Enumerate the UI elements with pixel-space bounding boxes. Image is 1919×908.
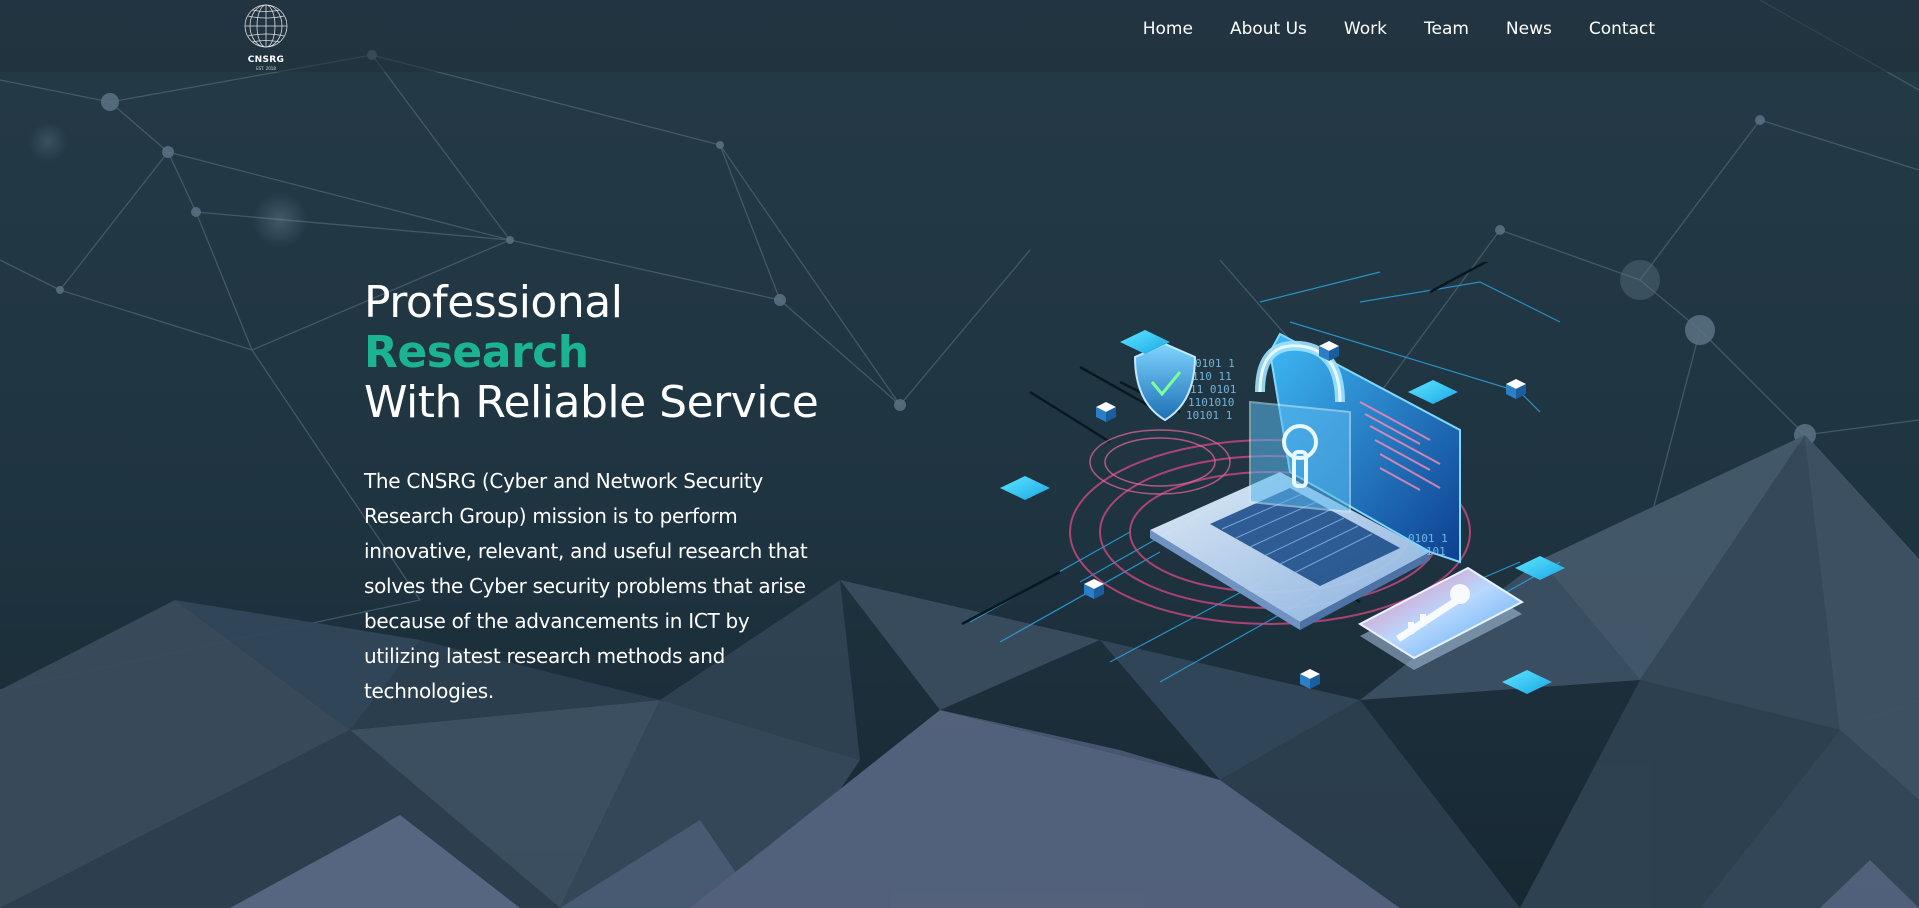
svg-text:10101 1: 10101 1	[1186, 409, 1232, 422]
nav-contact[interactable]: Contact	[1589, 19, 1655, 39]
svg-text:110 11: 110 11	[1192, 370, 1232, 383]
globe-icon	[244, 4, 288, 48]
main-nav: Home About Us Work Team News Contact	[1106, 0, 1655, 58]
cyber-security-illustration: 0101 1 110 11 11 0101 1101010 10101 1 01…	[961, 262, 1565, 694]
nav-home[interactable]: Home	[1143, 19, 1193, 39]
nav-team[interactable]: Team	[1424, 19, 1469, 39]
hero-title-line-3: With Reliable Service	[364, 377, 819, 428]
site-header: CNSRG EST. 2018 Home About Us Work Team …	[0, 0, 1919, 72]
svg-text:1 0101: 1 0101	[1406, 545, 1446, 558]
nav-work[interactable]: Work	[1344, 19, 1387, 39]
hero-title-line-1: Professional	[364, 277, 623, 328]
logo-subtext: EST. 2018	[256, 66, 276, 71]
hero-title-highlight: Research	[364, 327, 589, 378]
logo-text: CNSRG	[247, 55, 285, 65]
svg-text:11 0101: 11 0101	[1190, 383, 1236, 396]
svg-text:1101010: 1101010	[1188, 396, 1234, 409]
hero-title: Professional Research With Reliable Serv…	[364, 277, 819, 428]
nav-about-us[interactable]: About Us	[1230, 19, 1307, 39]
svg-text:0101 1: 0101 1	[1408, 532, 1448, 545]
nav-news[interactable]: News	[1506, 19, 1552, 39]
svg-text:0101 1: 0101 1	[1195, 357, 1235, 370]
site-logo[interactable]: CNSRG EST. 2018	[232, 0, 300, 72]
hero-description: The CNSRG (Cyber and Network Security Re…	[364, 469, 808, 703]
